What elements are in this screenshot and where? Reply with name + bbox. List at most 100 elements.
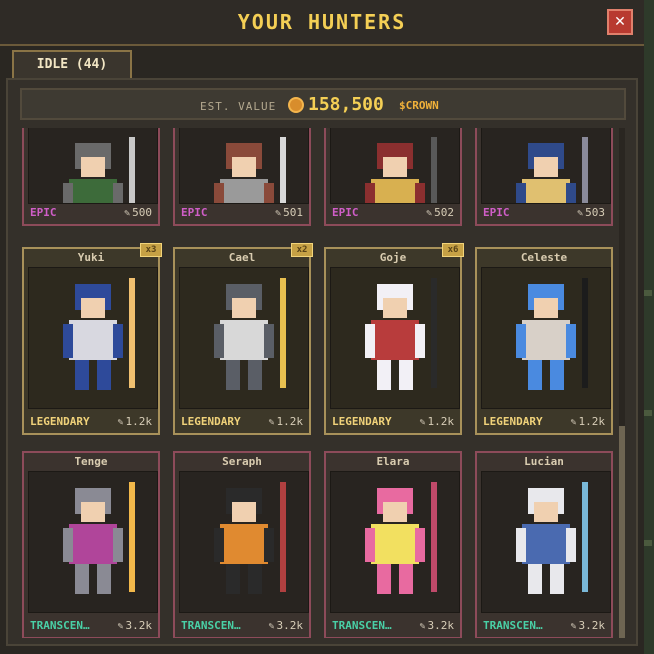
hunter-portrait xyxy=(28,267,158,409)
power-icon: ✎ xyxy=(570,417,577,428)
copies-badge: x3 xyxy=(140,243,162,257)
power-value: ✎ 3.2k xyxy=(268,619,303,632)
hunter-sprite-part xyxy=(226,564,240,594)
rarity-label: TRANSCEN… xyxy=(483,619,543,632)
power-value: ✎ 3.2k xyxy=(117,619,152,632)
crown-coin-icon xyxy=(288,97,304,113)
hunter-card-tenge[interactable]: Tenge TRANSCEN… ✎ 3.2k xyxy=(22,451,160,638)
power-icon: ✎ xyxy=(275,208,282,219)
hunter-portrait xyxy=(330,471,460,613)
tab-idle[interactable]: IDLE (44) xyxy=(12,50,132,78)
hunter-sprite-part xyxy=(220,179,268,203)
rarity-label: LEGENDARY xyxy=(332,415,392,428)
copies-badge: x2 xyxy=(291,243,313,257)
hunter-portrait xyxy=(481,471,611,613)
power-value: ✎ 1.2k xyxy=(570,415,605,428)
hunter-sprite-part xyxy=(232,157,256,177)
hunter-sprite-part xyxy=(399,360,413,390)
hunter-sprite-part xyxy=(232,298,256,318)
power-icon: ✎ xyxy=(577,208,584,219)
hunter-name: Celeste xyxy=(520,251,568,264)
hunter-card-celeste[interactable]: Celeste LEGENDARY ✎ 1.2k xyxy=(475,247,613,435)
hunter-sprite-part xyxy=(63,324,73,358)
hunter-sprite-part xyxy=(264,183,274,203)
hunter-sprite-part xyxy=(113,183,123,203)
hunter-sprite-part xyxy=(75,564,89,594)
hunter-sprite-part xyxy=(371,524,419,564)
rarity-label: TRANSCEN… xyxy=(332,619,392,632)
hunter-portrait xyxy=(330,267,460,409)
power-value: ✎ 1.2k xyxy=(419,415,454,428)
hunter-card[interactable]: EPIC ✎ 503 xyxy=(475,128,613,226)
close-button[interactable]: ✕ xyxy=(607,9,633,35)
hunter-grid[interactable]: EPIC ✎ 500 EPIC ✎ 501 EPIC ✎ 502 EPIC ✎ 503 Yuki… xyxy=(20,128,618,638)
hunter-sprite-part xyxy=(248,360,262,390)
hunter-card[interactable]: EPIC ✎ 502 xyxy=(324,128,462,226)
hunter-sprite-part xyxy=(280,278,286,388)
modal-title: YOUR HUNTERS xyxy=(237,10,407,34)
hunter-card-goje[interactable]: Goje x6 LEGENDARY ✎ 1.2k xyxy=(324,243,464,435)
power-value: ✎ 500 xyxy=(124,206,152,219)
hunter-card-cael[interactable]: Cael x2 LEGENDARY ✎ 1.2k xyxy=(173,243,313,435)
power-icon: ✎ xyxy=(124,208,131,219)
hunter-sprite-part xyxy=(214,183,224,203)
hunter-name: Yuki xyxy=(77,251,105,264)
hunter-sprite-part xyxy=(377,360,391,390)
hunter-sprite-part xyxy=(582,482,588,592)
hunter-sprite-part xyxy=(365,183,375,203)
hunter-portrait xyxy=(481,267,611,409)
hunter-sprite-part xyxy=(383,298,407,318)
power-value: ✎ 503 xyxy=(577,206,605,219)
hunter-sprite-part xyxy=(280,137,286,203)
scrollbar-thumb[interactable] xyxy=(619,426,625,638)
hunter-card-elara[interactable]: Elara TRANSCEN… ✎ 3.2k xyxy=(324,451,462,638)
hunter-sprite-part xyxy=(582,278,588,388)
power-value: ✎ 3.2k xyxy=(419,619,454,632)
hunter-sprite-part xyxy=(220,320,268,360)
power-value: ✎ 3.2k xyxy=(570,619,605,632)
copies-badge: x6 xyxy=(442,243,464,257)
hunter-sprite-part xyxy=(371,320,419,360)
hunter-sprite-part xyxy=(415,528,425,562)
hunter-sprite-part xyxy=(516,324,526,358)
hunter-sprite-part xyxy=(550,360,564,390)
hunter-name: Tenge xyxy=(74,455,108,468)
hunter-card-lucian[interactable]: Lucian TRANSCEN… ✎ 3.2k xyxy=(475,451,613,638)
hunter-sprite-part xyxy=(528,564,542,594)
hunter-sprite-part xyxy=(75,360,89,390)
hunter-sprite-part xyxy=(566,183,576,203)
hunter-sprite-part xyxy=(516,528,526,562)
hunter-name: Lucian xyxy=(524,455,564,468)
modal-header: YOUR HUNTERS ✕ xyxy=(0,0,644,46)
hunter-card-seraph[interactable]: Seraph TRANSCEN… ✎ 3.2k xyxy=(173,451,311,638)
hunter-sprite-part xyxy=(226,360,240,390)
power-icon: ✎ xyxy=(268,621,275,632)
hunter-sprite-part xyxy=(63,528,73,562)
hunter-sprite-part xyxy=(81,298,105,318)
hunter-sprite-part xyxy=(522,524,570,564)
hunter-sprite-part xyxy=(550,564,564,594)
hunter-sprite-part xyxy=(383,157,407,177)
hunter-sprite-part xyxy=(248,564,262,594)
hunter-sprite-part xyxy=(69,524,117,564)
power-icon: ✎ xyxy=(419,417,426,428)
hunter-sprite-part xyxy=(534,298,558,318)
hunter-sprite-part xyxy=(280,482,286,592)
hunter-sprite-part xyxy=(214,324,224,358)
hunter-sprite-part xyxy=(431,137,437,203)
hunter-sprite-part xyxy=(129,278,135,388)
rarity-label: LEGENDARY xyxy=(181,415,241,428)
hunter-sprite-part xyxy=(528,360,542,390)
hunter-card[interactable]: EPIC ✎ 501 xyxy=(173,128,311,226)
hunter-sprite-part xyxy=(365,324,375,358)
power-value: ✎ 1.2k xyxy=(268,415,303,428)
hunter-card[interactable]: EPIC ✎ 500 xyxy=(22,128,160,226)
hunter-portrait xyxy=(28,471,158,613)
power-icon: ✎ xyxy=(426,208,433,219)
power-icon: ✎ xyxy=(419,621,426,632)
close-icon: ✕ xyxy=(614,14,626,30)
hunter-card-yuki[interactable]: Yuki x3 LEGENDARY ✎ 1.2k xyxy=(22,243,162,435)
hunter-sprite-part xyxy=(431,278,437,388)
rarity-label: EPIC xyxy=(332,206,359,219)
power-icon: ✎ xyxy=(117,417,124,428)
